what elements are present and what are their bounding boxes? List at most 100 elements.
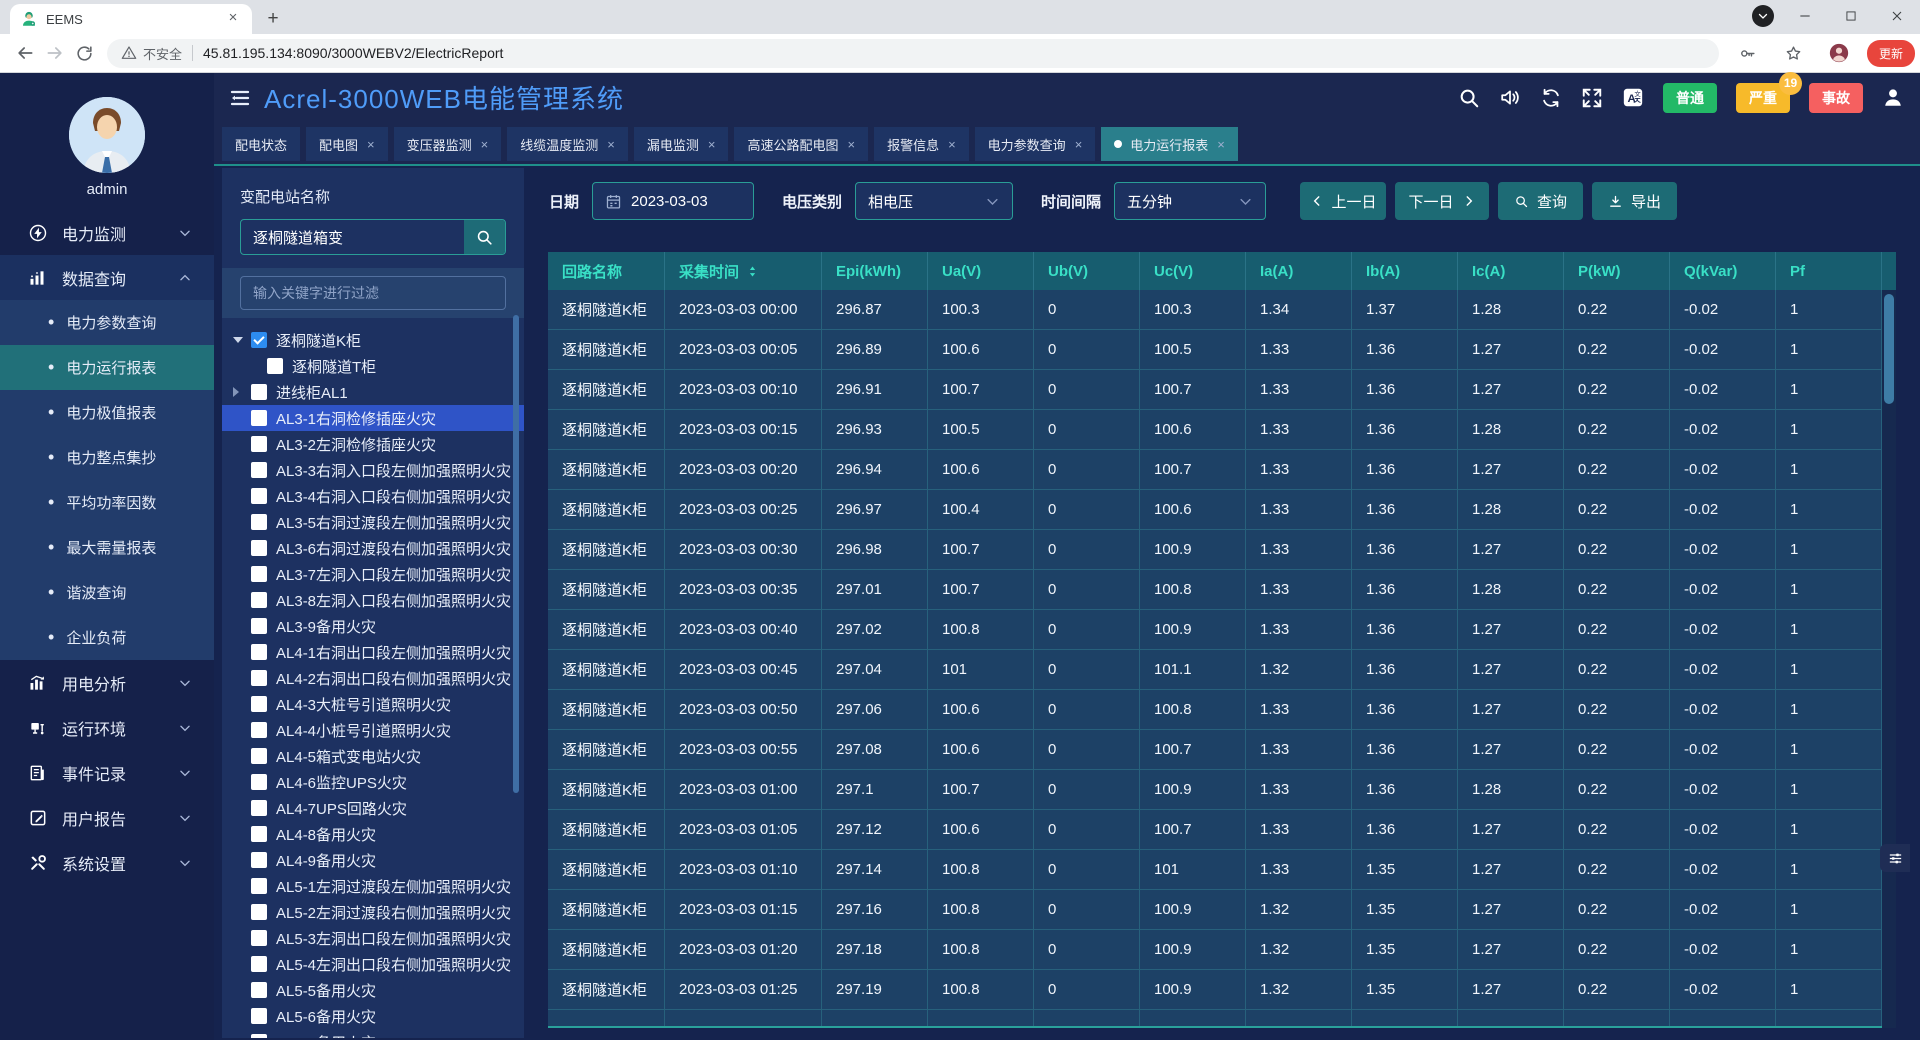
station-search-button[interactable] — [464, 220, 505, 254]
tab-close-icon[interactable]: × — [607, 137, 615, 152]
sidebar-item[interactable]: 运行环境 — [0, 705, 214, 750]
table-scrollbar-thumb[interactable] — [1884, 294, 1894, 404]
column-header[interactable]: 采集时间 — [665, 252, 822, 290]
workspace-tab-2[interactable]: 配电图× — [306, 127, 388, 161]
browser-tab-close-icon[interactable]: × — [224, 10, 242, 28]
workspace-tab-1[interactable]: 配电状态 — [222, 127, 300, 161]
translate-icon[interactable]: A文 — [1622, 87, 1644, 109]
tree-checkbox[interactable] — [251, 904, 267, 920]
tree-node[interactable]: AL3-8左洞入口段右侧加强照明火灾 — [222, 587, 524, 613]
tab-close-icon[interactable]: × — [847, 137, 855, 152]
tree-checkbox[interactable] — [251, 774, 267, 790]
workspace-tab-9[interactable]: 电力运行报表× — [1101, 127, 1238, 161]
tree-scrollbar-thumb[interactable] — [513, 315, 519, 793]
window-maximize-button[interactable] — [1836, 4, 1866, 28]
workspace-tab-7[interactable]: 报警信息× — [874, 127, 969, 161]
alarm-level-button[interactable]: 普通 — [1663, 83, 1717, 113]
tree-node[interactable]: AL4-8备用火灾 — [222, 821, 524, 847]
tree-checkbox[interactable] — [251, 436, 267, 452]
sidebar-item[interactable]: 用电分析 — [0, 660, 214, 705]
next-day-button[interactable]: 下一日 — [1395, 182, 1489, 220]
sidebar-subitem[interactable]: •电力运行报表 — [0, 345, 214, 390]
tree-checkbox[interactable] — [251, 722, 267, 738]
tree-node[interactable]: AL4-9备用火灾 — [222, 847, 524, 873]
tree-checkbox[interactable] — [251, 982, 267, 998]
tree-node[interactable]: 进线柜AL1 — [222, 379, 524, 405]
tree-node[interactable]: AL5-2左洞过渡段右侧加强照明火灾 — [222, 899, 524, 925]
sidebar-item[interactable]: 数据查询 — [0, 255, 214, 300]
tree-filter-input[interactable] — [240, 276, 506, 310]
profile-avatar-icon[interactable] — [1826, 40, 1852, 66]
tree-node[interactable]: AL3-9备用火灾 — [222, 613, 524, 639]
sidebar-subitem[interactable]: •最大需量报表 — [0, 525, 214, 570]
sidebar-item[interactable]: 电力监测 — [0, 210, 214, 255]
alarm-level-button[interactable]: 事故 — [1809, 83, 1863, 113]
bookmark-star-icon[interactable] — [1780, 40, 1806, 66]
tree-node[interactable]: 逐桐隧道T柜 — [222, 353, 524, 379]
sidebar-item[interactable]: 用户报告 — [0, 795, 214, 840]
tree-node[interactable]: AL4-7UPS回路火灾 — [222, 795, 524, 821]
tree-node[interactable]: AL3-4右洞入口段右侧加强照明火灾 — [222, 483, 524, 509]
sidebar-subitem[interactable]: •电力极值报表 — [0, 390, 214, 435]
tab-close-icon[interactable]: × — [708, 137, 716, 152]
tab-close-icon[interactable]: × — [1217, 137, 1225, 152]
tree-node[interactable]: AL5-4左洞出口段右侧加强照明火灾 — [222, 951, 524, 977]
speaker-icon[interactable] — [1499, 87, 1521, 109]
forward-icon[interactable] — [45, 40, 65, 66]
tree-node[interactable]: 逐桐隧道K柜 — [222, 327, 524, 353]
tree-node[interactable]: AL3-1右洞检修插座火灾 — [222, 405, 524, 431]
tree-checkbox[interactable] — [251, 852, 267, 868]
tab-close-icon[interactable]: × — [948, 137, 956, 152]
prev-day-button[interactable]: 上一日 — [1300, 182, 1386, 220]
sidebar-subitem[interactable]: •企业负荷 — [0, 615, 214, 660]
tree-node[interactable]: AL5-6备用火灾 — [222, 1003, 524, 1029]
window-close-button[interactable] — [1882, 4, 1912, 28]
tree-checkbox[interactable] — [251, 930, 267, 946]
address-bar[interactable]: 不安全 45.81.195.134:8090/3000WEBV2/Electri… — [107, 39, 1719, 68]
voltage-type-select[interactable]: 相电压 — [855, 182, 1013, 220]
tab-close-icon[interactable]: × — [367, 137, 375, 152]
sidebar-item[interactable]: 事件记录 — [0, 750, 214, 795]
tree-node[interactable]: AL5-7备用火灾 — [222, 1029, 524, 1038]
tree-node[interactable]: AL4-2右洞出口段右侧加强照明火灾 — [222, 665, 524, 691]
tree-node[interactable]: AL3-3右洞入口段左侧加强照明火灾 — [222, 457, 524, 483]
expander-down-icon[interactable] — [233, 337, 251, 343]
tab-close-icon[interactable]: × — [481, 137, 489, 152]
browser-update-button[interactable]: 更新 — [1867, 40, 1915, 67]
query-button[interactable]: 查询 — [1498, 182, 1583, 220]
tree-checkbox[interactable] — [251, 1034, 267, 1038]
tree-checkbox[interactable] — [251, 462, 267, 478]
tree-checkbox[interactable] — [251, 696, 267, 712]
tree-node[interactable]: AL5-1左洞过渡段左侧加强照明火灾 — [222, 873, 524, 899]
table-scrollbar[interactable] — [1882, 290, 1896, 1028]
tree-node[interactable]: AL3-2左洞检修插座火灾 — [222, 431, 524, 457]
sidebar-subitem[interactable]: •平均功率因数 — [0, 480, 214, 525]
tree-node[interactable]: AL3-6右洞过渡段右侧加强照明火灾 — [222, 535, 524, 561]
expander-right-icon[interactable] — [233, 387, 251, 397]
tree-checkbox[interactable] — [251, 514, 267, 530]
tree-checkbox[interactable] — [251, 384, 267, 400]
window-minimize-button[interactable] — [1790, 4, 1820, 28]
tree-node[interactable]: AL4-3大桩号引道照明火灾 — [222, 691, 524, 717]
password-key-icon[interactable] — [1734, 40, 1760, 66]
tree-checkbox[interactable] — [251, 566, 267, 582]
sidebar-subitem[interactable]: •谐波查询 — [0, 570, 214, 615]
tree-checkbox[interactable] — [251, 826, 267, 842]
workspace-tab-3[interactable]: 变压器监测× — [394, 127, 502, 161]
station-search-input[interactable] — [241, 220, 464, 254]
tree-checkbox[interactable] — [251, 1008, 267, 1024]
tree-node[interactable]: AL3-5右洞过渡段左侧加强照明火灾 — [222, 509, 524, 535]
workspace-tab-6[interactable]: 高速公路配电图× — [734, 127, 868, 161]
hamburger-menu-icon[interactable] — [228, 86, 252, 110]
tree-checkbox[interactable] — [251, 618, 267, 634]
new-tab-button[interactable]: + — [260, 6, 286, 32]
user-icon[interactable] — [1882, 87, 1904, 109]
tree-checkbox[interactable] — [251, 878, 267, 894]
sidebar-subitem[interactable]: •电力参数查询 — [0, 300, 214, 345]
search-icon[interactable] — [1458, 87, 1480, 109]
tree-node[interactable]: AL4-6监控UPS火灾 — [222, 769, 524, 795]
tree-node[interactable]: AL4-1右洞出口段左侧加强照明火灾 — [222, 639, 524, 665]
tree-checkbox[interactable] — [251, 592, 267, 608]
table-settings-button[interactable] — [1880, 844, 1910, 872]
tree-checkbox[interactable] — [251, 332, 267, 348]
